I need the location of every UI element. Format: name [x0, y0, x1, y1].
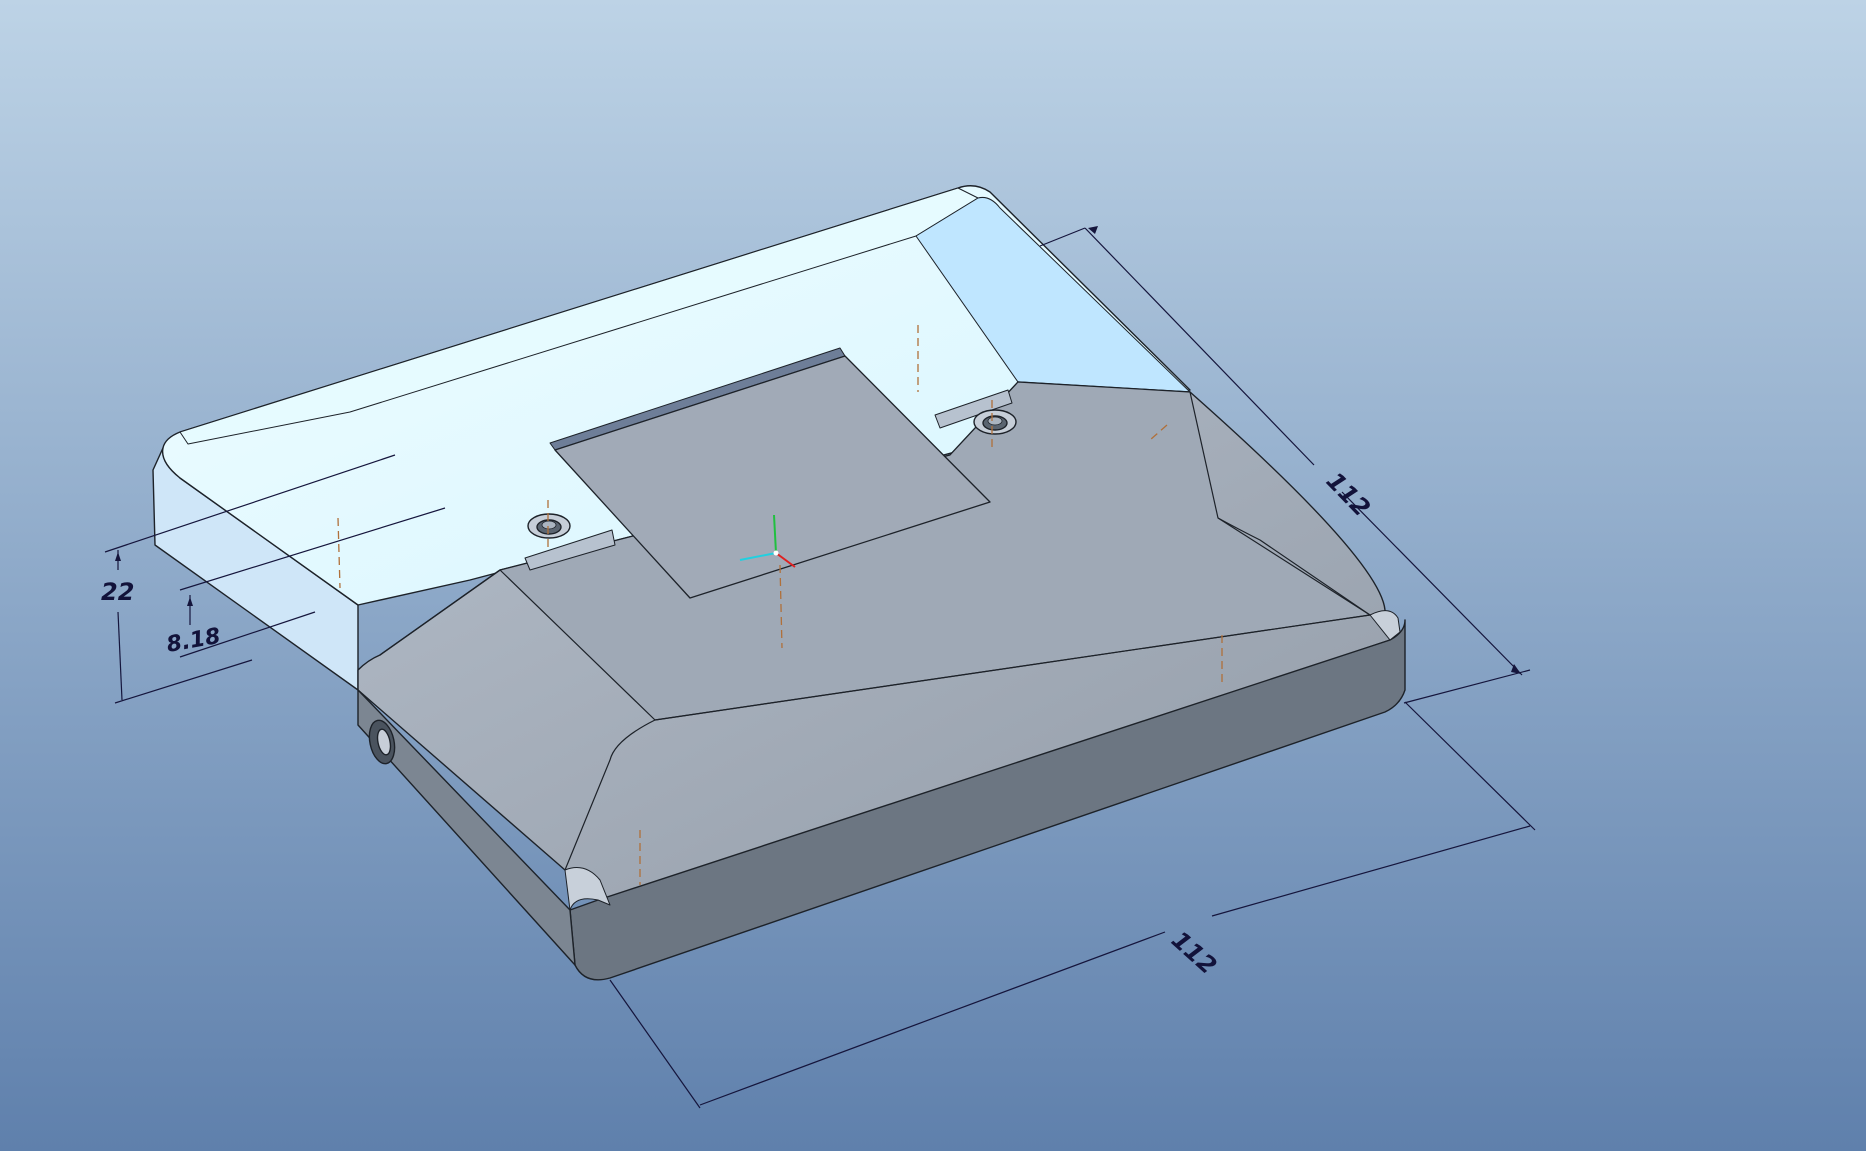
3d-model-viewport[interactable]: 112 112 22 8.18	[0, 0, 1866, 1151]
right-screw-hole[interactable]	[973, 409, 1017, 435]
left-screw-hole[interactable]	[527, 513, 571, 539]
model-scene[interactable]: 112 112 22 8.18	[0, 0, 1866, 1151]
dimension-height-label[interactable]: 22	[101, 578, 134, 606]
csys-origin	[773, 550, 779, 556]
